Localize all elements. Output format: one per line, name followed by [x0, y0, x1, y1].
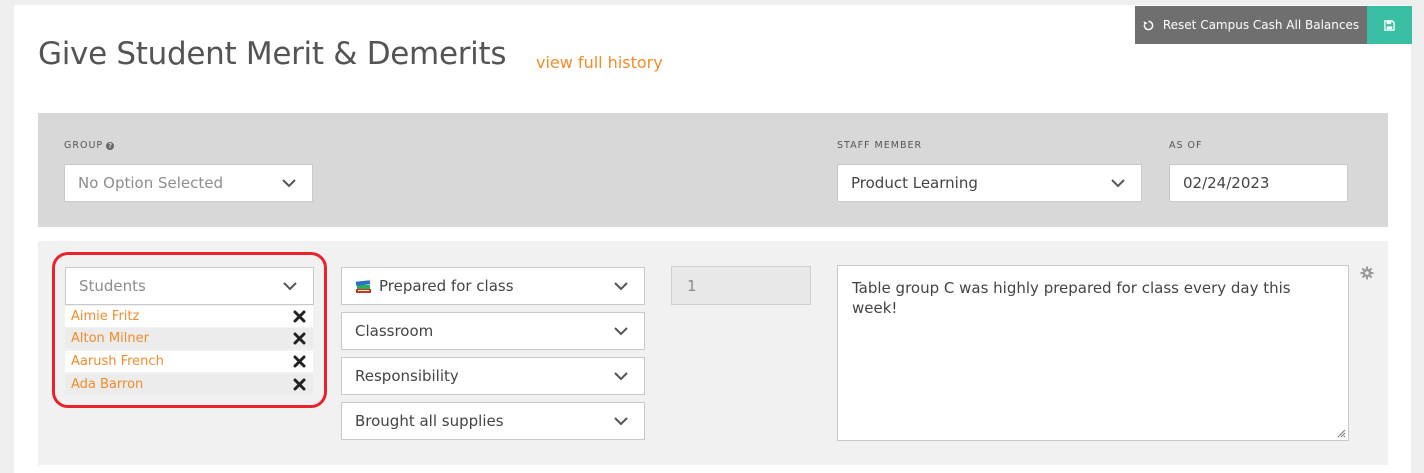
chevron-down-icon [1111, 179, 1125, 188]
top-action-buttons: Reset Campus Cash All Balances [1135, 6, 1412, 44]
category-select[interactable]: Responsibility [341, 357, 645, 395]
group-select-value: No Option Selected [78, 174, 224, 192]
reset-campus-cash-button[interactable]: Reset Campus Cash All Balances [1135, 6, 1367, 44]
save-button[interactable] [1367, 6, 1412, 44]
reset-button-label: Reset Campus Cash All Balances [1162, 18, 1360, 32]
books-icon [355, 279, 372, 294]
comment-textarea[interactable]: Table group C was highly prepared for cl… [837, 265, 1349, 441]
chevron-down-icon [614, 372, 628, 381]
help-icon[interactable]: ? [106, 142, 115, 150]
staff-member-value: Product Learning [851, 174, 978, 192]
chevron-down-icon [282, 179, 296, 188]
students-highlight-annotation [52, 252, 327, 408]
view-full-history-link[interactable]: view full history [536, 53, 663, 72]
chevron-down-icon [614, 282, 628, 291]
behavior-select[interactable]: Prepared for class [341, 267, 645, 305]
detail-select[interactable]: Brought all supplies [341, 402, 645, 440]
as-of-label: AS OF [1169, 140, 1203, 151]
resize-handle-icon[interactable] [1337, 429, 1346, 438]
group-label: GROUP? [64, 140, 115, 151]
save-icon [1384, 19, 1395, 31]
quantity-input[interactable]: 1 [671, 266, 811, 305]
category-value: Responsibility [355, 367, 459, 385]
group-select[interactable]: No Option Selected [64, 164, 313, 202]
gear-icon[interactable] [1360, 266, 1374, 280]
page-title: Give Student Merit & Demerits [38, 36, 507, 72]
filter-bar: GROUP? No Option Selected STAFF MEMBER P… [38, 113, 1388, 227]
staff-member-label: STAFF MEMBER [837, 140, 923, 151]
location-value: Classroom [355, 322, 434, 340]
behavior-value: Prepared for class [379, 277, 514, 295]
chevron-down-icon [614, 417, 628, 426]
location-select[interactable]: Classroom [341, 312, 645, 350]
chevron-down-icon [614, 327, 628, 336]
reset-icon [1143, 20, 1154, 30]
as-of-date-input[interactable]: 02/24/2023 [1169, 164, 1348, 202]
staff-member-select[interactable]: Product Learning [837, 164, 1142, 202]
comment-text: Table group C was highly prepared for cl… [852, 279, 1291, 317]
detail-value: Brought all supplies [355, 412, 504, 430]
